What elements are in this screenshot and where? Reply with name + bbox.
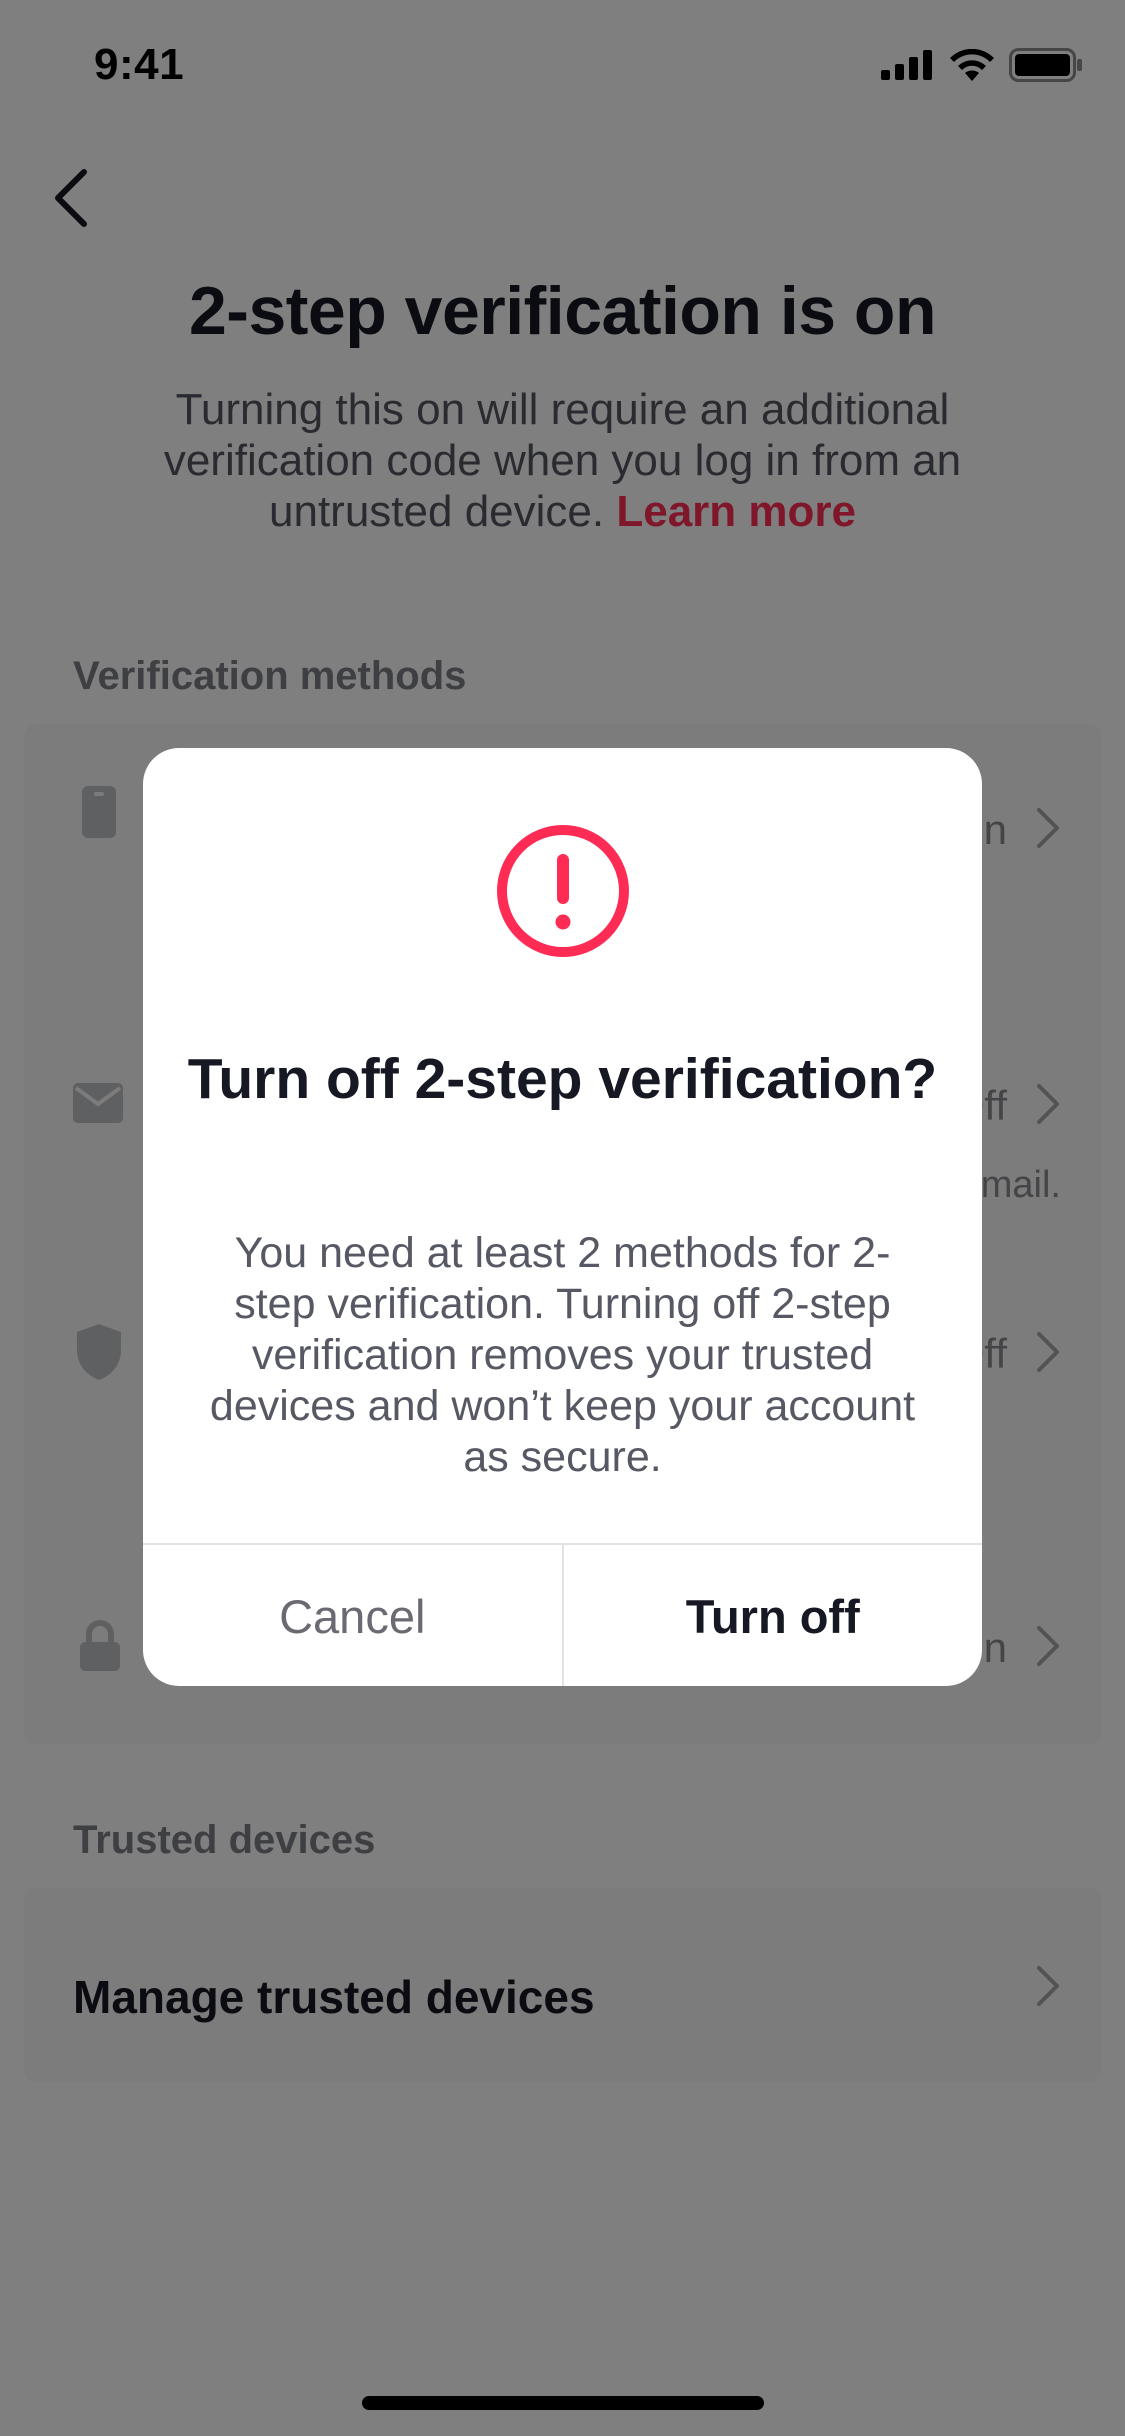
cancel-button[interactable]: Cancel: [143, 1545, 564, 1686]
warning-icon: [497, 825, 629, 957]
dialog-actions: Cancel Turn off: [143, 1543, 982, 1686]
turn-off-dialog: Turn off 2-step verification? You need a…: [143, 748, 982, 1686]
dialog-body: You need at least 2 methods for 2-step v…: [209, 1229, 916, 1481]
turn-off-button[interactable]: Turn off: [564, 1545, 983, 1686]
dialog-title: Turn off 2-step verification?: [187, 1047, 938, 1111]
